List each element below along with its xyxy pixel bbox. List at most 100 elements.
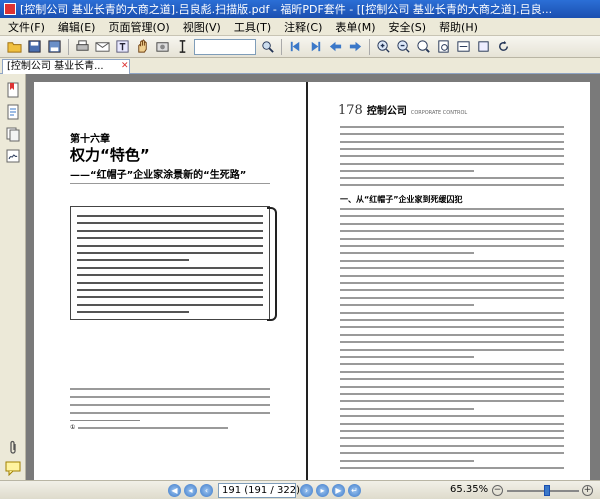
toolbar-divider xyxy=(68,38,69,55)
text-line xyxy=(340,162,564,165)
running-header: 178 控制公司 CORPORATE CONTROL xyxy=(338,102,467,118)
print-icon[interactable] xyxy=(74,38,91,55)
text-line xyxy=(340,459,475,462)
menu-tools[interactable]: 工具(T) xyxy=(234,19,271,35)
actual-size-icon[interactable] xyxy=(475,38,492,55)
attachment-icon[interactable] xyxy=(5,440,21,456)
text-line xyxy=(77,229,263,232)
text-line xyxy=(340,296,564,299)
menu-page-management[interactable]: 页面管理(O) xyxy=(108,19,169,35)
layers-icon[interactable] xyxy=(5,126,21,142)
email-icon[interactable] xyxy=(94,38,111,55)
text-line xyxy=(340,393,564,395)
menu-view[interactable]: 视图(V) xyxy=(183,19,221,35)
text-line xyxy=(77,259,189,262)
pages-thumbnail-icon[interactable] xyxy=(5,104,21,120)
text-line xyxy=(340,259,564,262)
status-bar: ◀ ◂ ‹ 191 (191 / 322) › ▸ ▶ ↵ 65.35% − + xyxy=(0,480,600,499)
text-line xyxy=(340,155,564,158)
select-text-icon[interactable] xyxy=(114,38,131,55)
document-viewport[interactable]: 第十六章 权力“特色” ——“红帽子”企业家涂景新的“生死路” ① 178 控制… xyxy=(26,74,600,480)
go-to-page-button[interactable]: ↵ xyxy=(348,484,361,497)
text-line xyxy=(340,252,475,255)
text-line xyxy=(340,407,475,410)
main-toolbar xyxy=(0,36,600,58)
toolbar-divider xyxy=(281,38,282,55)
text-line xyxy=(340,237,564,240)
text-select-tool-icon[interactable] xyxy=(174,38,191,55)
text-line xyxy=(340,363,564,366)
text-line xyxy=(340,222,564,225)
text-line xyxy=(340,311,564,314)
text-line xyxy=(77,274,263,277)
text-line xyxy=(340,245,564,247)
text-line xyxy=(70,404,270,406)
menu-help[interactable]: 帮助(H) xyxy=(439,19,478,35)
text-line xyxy=(340,147,564,150)
document-tab-label: [控制公司 基业长青... xyxy=(7,61,104,72)
text-line xyxy=(340,319,564,321)
first-page-button[interactable]: ◀ xyxy=(168,484,181,497)
save-as-icon[interactable] xyxy=(46,38,63,55)
text-line xyxy=(340,289,564,292)
signature-icon[interactable] xyxy=(5,148,21,164)
page-number-field[interactable]: 191 (191 / 322) xyxy=(218,483,300,498)
text-line xyxy=(70,396,270,398)
close-tab-icon[interactable]: ✕ xyxy=(121,61,129,71)
menu-form[interactable]: 表单(M) xyxy=(335,19,375,35)
previous-page-arrow-icon[interactable]: ‹ xyxy=(200,484,213,497)
text-line xyxy=(340,467,564,469)
search-icon[interactable] xyxy=(259,38,276,55)
menu-comment[interactable]: 注释(C) xyxy=(284,19,322,35)
text-line xyxy=(77,281,263,284)
zoom-out-button[interactable]: − xyxy=(492,485,503,496)
text-line xyxy=(340,437,564,440)
zoom-out-icon[interactable] xyxy=(395,38,412,55)
save-icon[interactable] xyxy=(26,38,43,55)
text-line xyxy=(340,208,564,210)
next-page-arrow-icon[interactable]: ▸ xyxy=(316,484,329,497)
text-line xyxy=(340,452,564,455)
text-line xyxy=(340,444,564,447)
bookmarks-icon[interactable] xyxy=(5,82,21,98)
snapshot-icon[interactable] xyxy=(154,38,171,55)
fit-width-icon[interactable] xyxy=(455,38,472,55)
text-line xyxy=(340,230,564,233)
last-page-icon[interactable] xyxy=(307,38,324,55)
zoom-in-button[interactable]: + xyxy=(582,485,593,496)
last-page-button[interactable]: ▶ xyxy=(332,484,345,497)
text-line xyxy=(340,184,564,187)
zoom-in-icon[interactable] xyxy=(375,38,392,55)
title-bar: [控制公司 基业长青的大商之道].吕良彪.扫描版.pdf - 福昕PDF套件 -… xyxy=(0,0,600,18)
menu-edit[interactable]: 编辑(E) xyxy=(58,19,96,35)
fit-page-icon[interactable] xyxy=(435,38,452,55)
right-page: 178 控制公司 CORPORATE CONTROL 一、从“红帽子”企业家到死… xyxy=(308,82,590,480)
page-number: 178 xyxy=(338,103,363,118)
text-line xyxy=(340,333,564,336)
zoom-tool-icon[interactable] xyxy=(415,38,432,55)
hand-tool-icon[interactable] xyxy=(134,38,151,55)
text-line xyxy=(77,244,263,247)
search-input[interactable] xyxy=(194,38,256,55)
text-line xyxy=(340,282,564,284)
text-line xyxy=(77,296,263,299)
menu-file[interactable]: 文件(F) xyxy=(8,19,45,35)
menu-security[interactable]: 安全(S) xyxy=(388,19,426,35)
zoom-level: 65.35% xyxy=(450,484,489,495)
next-page-button[interactable]: › xyxy=(300,484,313,497)
text-line xyxy=(340,304,475,307)
text-line xyxy=(340,415,564,418)
text-line xyxy=(340,274,564,277)
previous-view-icon[interactable] xyxy=(327,38,344,55)
next-view-icon[interactable] xyxy=(347,38,364,55)
open-folder-icon[interactable] xyxy=(6,38,23,55)
zoom-slider-thumb[interactable] xyxy=(543,485,550,496)
document-tab[interactable]: [控制公司 基业长青... ✕ xyxy=(2,59,130,74)
text-line xyxy=(70,412,270,414)
first-page-icon[interactable] xyxy=(287,38,304,55)
comments-icon[interactable] xyxy=(5,460,21,477)
text-line xyxy=(340,140,564,143)
text-line xyxy=(77,215,263,217)
rotate-icon[interactable] xyxy=(495,38,512,55)
previous-page-button[interactable]: ◂ xyxy=(184,484,197,497)
